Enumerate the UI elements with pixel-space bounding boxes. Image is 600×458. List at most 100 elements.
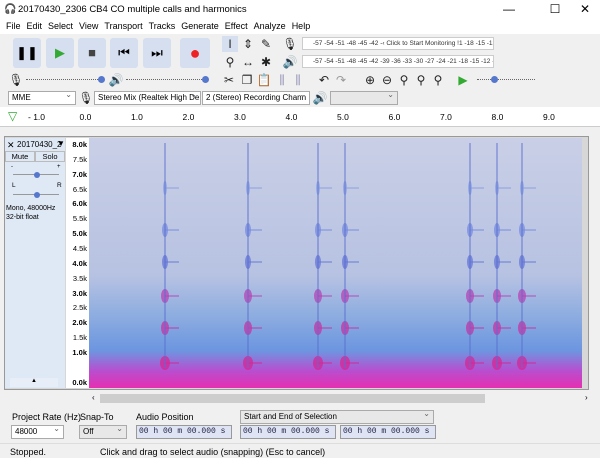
audacity-logo-icon: 🎧	[4, 4, 17, 15]
frequency-tick: 2.5k	[72, 303, 87, 313]
output-device-select[interactable]	[330, 91, 398, 105]
frequency-tick: 4.5k	[72, 243, 87, 253]
zoom-in-icon[interactable]: ⊕	[362, 72, 378, 88]
time-shift-tool-icon[interactable]: ↔	[240, 54, 256, 70]
scroll-left-icon[interactable]: ‹	[92, 393, 95, 402]
frequency-tick: 3.0k	[72, 288, 87, 298]
play-button[interactable]: ▶	[46, 38, 74, 68]
menu-effect[interactable]: Effect	[225, 21, 248, 31]
collapse-track-button[interactable]: ▲	[10, 378, 58, 387]
menu-view[interactable]: View	[79, 21, 98, 31]
frequency-tick: 1.0k	[72, 347, 87, 357]
draw-tool-icon[interactable]: ✎	[258, 36, 274, 52]
track-control-panel[interactable]: ✕ 20170430_2 ▼ Mute Solo - + L R Mono, 4…	[5, 138, 65, 388]
pause-button[interactable]: ❚❚	[13, 38, 41, 68]
frequency-tick: 5.5k	[72, 214, 87, 224]
fit-project-icon[interactable]: ⚲	[413, 72, 429, 88]
track-name-menu[interactable]: 20170430_2	[17, 140, 62, 149]
fit-selection-icon[interactable]: ⚲	[396, 72, 412, 88]
menu-generate[interactable]: Generate	[181, 21, 219, 31]
playback-meter-icon: 🔊	[282, 55, 298, 69]
silence-icon[interactable]: ⫼	[290, 72, 306, 88]
gain-max-label: +	[57, 164, 61, 170]
selection-start-field[interactable]: 00 h 00 m 00.000 s	[240, 425, 336, 439]
snap-to-select[interactable]: Off	[79, 425, 127, 439]
track-bitdepth-info: 32-bit float	[6, 214, 39, 221]
timeline-tick: - 1.0	[28, 112, 46, 122]
input-mic-icon: 🎙	[78, 91, 94, 105]
scrollbar-thumb[interactable]	[100, 394, 485, 403]
call-trace	[465, 143, 484, 370]
mute-button[interactable]: Mute	[5, 151, 35, 162]
timeline-tick: 0.0	[79, 112, 92, 122]
skip-to-start-button[interactable]: ⏮	[110, 38, 138, 68]
solo-button[interactable]: Solo	[35, 151, 65, 162]
call-trace	[517, 143, 536, 370]
menu-edit[interactable]: Edit	[27, 21, 43, 31]
timeline-tick: 3.0	[234, 112, 246, 122]
channels-select[interactable]: 2 (Stereo) Recording Chann	[202, 91, 310, 105]
gain-slider[interactable]	[13, 172, 59, 178]
menu-help[interactable]: Help	[292, 21, 311, 31]
audio-position-field[interactable]: 00 h 00 m 00.000 s	[136, 425, 232, 439]
timeline-tick: 7.0	[440, 112, 452, 122]
multi-tool-icon[interactable]: ✱	[258, 54, 274, 70]
frequency-tick: 6.5k	[72, 184, 87, 194]
speaker-icon: 🔊	[108, 73, 124, 87]
audio-host-select[interactable]: MME	[8, 91, 76, 105]
cut-icon[interactable]: ✂	[221, 72, 237, 88]
selection-mode-select[interactable]: Start and End of Selection	[240, 410, 434, 424]
close-button[interactable]: ✕	[570, 2, 600, 16]
pan-slider[interactable]	[13, 192, 59, 198]
stop-button[interactable]: ■	[78, 38, 106, 68]
menu-analyze[interactable]: Analyze	[254, 21, 286, 31]
menu-tracks[interactable]: Tracks	[149, 21, 176, 31]
call-trace	[340, 143, 359, 370]
horizontal-scrollbar[interactable]: ‹ ›	[0, 393, 600, 405]
timeline-ruler[interactable]: ▽ - 1.0 0.0 1.0 2.0 3.0 4.0 5.0 6.0 7.0 8.0 9.0	[0, 107, 600, 127]
close-track-icon[interactable]: ✕	[7, 140, 15, 151]
frequency-axis: 8.0k 7.5k 7.0k 6.5k 6.0k 5.5k 5.0k 4.5k 4.0k 3.5k…	[66, 138, 89, 388]
envelope-tool-icon[interactable]: ⇕	[240, 36, 256, 52]
minimize-button[interactable]: —	[494, 2, 524, 16]
zoom-tool-icon[interactable]: ⚲	[222, 54, 238, 70]
frequency-tick: 3.5k	[72, 273, 87, 283]
track-format-info: Mono, 48000Hz	[6, 205, 56, 212]
record-volume-slider[interactable]	[26, 76, 105, 83]
menu-select[interactable]: Select	[48, 21, 73, 31]
record-button[interactable]: ●	[180, 38, 210, 68]
timeline-tick: 9.0	[543, 112, 555, 122]
playback-meter[interactable]: -57 -54 -51 -48 -45 -42 -39 -36 -33 -30 …	[302, 55, 494, 68]
record-meter[interactable]: -57 -54 -51 -48 -45 -42 -‹ Click to Star…	[302, 37, 494, 50]
skip-to-end-button[interactable]: ⏭	[143, 38, 171, 68]
call-trace	[313, 143, 332, 370]
input-device-select[interactable]: Stereo Mix (Realtek High De	[94, 91, 201, 105]
frequency-tick: 8.0k	[72, 140, 87, 149]
selection-end-field[interactable]: 00 h 00 m 00.000 s	[340, 425, 436, 439]
menu-file[interactable]: File	[6, 21, 21, 31]
maximize-button[interactable]: ☐	[540, 2, 570, 16]
paste-icon[interactable]: 📋	[256, 72, 272, 88]
redo-icon[interactable]: ↷	[333, 72, 349, 88]
scroll-right-icon[interactable]: ›	[585, 393, 588, 402]
zoom-toggle-icon[interactable]: ⚲	[430, 72, 446, 88]
undo-icon[interactable]: ↶	[316, 72, 332, 88]
spectrogram[interactable]	[89, 138, 582, 388]
selection-tool-icon[interactable]: I	[222, 36, 238, 52]
copy-icon[interactable]: ❐	[239, 72, 255, 88]
frequency-tick: 0.0k	[72, 377, 87, 387]
playback-volume-slider[interactable]	[126, 76, 209, 83]
play-speed-slider[interactable]	[477, 76, 535, 83]
timeline-tick: 4.0	[285, 112, 298, 122]
project-rate-select[interactable]: 48000	[11, 425, 64, 439]
track-menu-dropdown-icon[interactable]: ▼	[57, 139, 65, 148]
frequency-tick: 1.5k	[72, 333, 87, 343]
snap-to-label: Snap-To	[80, 412, 114, 422]
trim-icon[interactable]: ⫼	[274, 72, 290, 88]
menu-transport[interactable]: Transport	[104, 21, 142, 31]
gain-min-label: -	[11, 164, 13, 170]
mic-icon: 🎙	[8, 73, 24, 87]
play-at-speed-icon[interactable]: ▶	[455, 72, 471, 88]
zoom-out-icon[interactable]: ⊖	[379, 72, 395, 88]
pin-playhead-icon[interactable]: ▽	[8, 109, 17, 123]
